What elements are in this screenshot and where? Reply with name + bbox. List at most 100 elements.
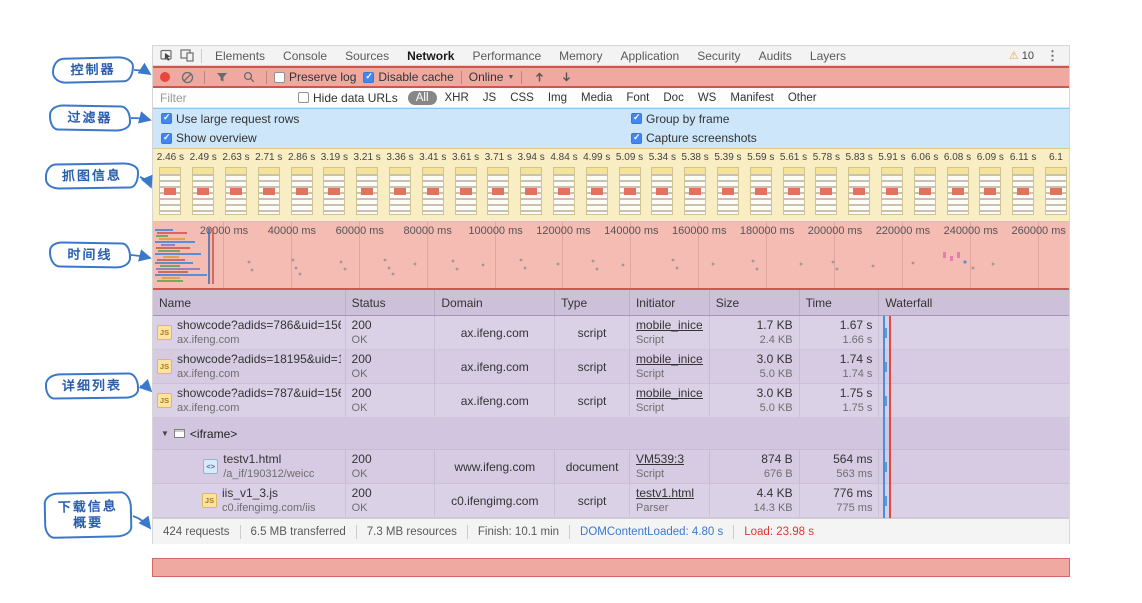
filmstrip-frame[interactable]: 6.11 s	[1007, 151, 1040, 221]
filmstrip-frame[interactable]: 2.46 s	[154, 151, 187, 221]
table-row[interactable]: JS iis_v1_3.js c0.ifengimg.com/iis 200 O…	[153, 484, 1069, 518]
filmstrip-frame[interactable]: 5.83 s	[843, 151, 876, 221]
show-overview-checkbox[interactable]	[161, 132, 172, 144]
initiator-link[interactable]: VM539:3	[636, 452, 703, 467]
overview-timeline[interactable]: 20000 ms 40000 ms 60000 ms 80000 ms 100000 m…	[153, 222, 1069, 290]
device-toolbar-icon[interactable]	[177, 47, 197, 65]
devtools-tab[interactable]: Sources	[336, 46, 398, 66]
frame-timestamp: 3.71 s	[484, 152, 512, 163]
resource-type-filter[interactable]: All	[407, 90, 437, 105]
filmstrip-frame[interactable]: 2.63 s	[220, 151, 253, 221]
group-by-frame-checkbox[interactable]	[631, 112, 642, 124]
table-row[interactable]: JS showcode?adids=786&uid=1565... ax.ife…	[153, 316, 1069, 350]
table-row[interactable]: JS showcode?adids=787&uid=1565... ax.ife…	[153, 384, 1069, 418]
initiator-link[interactable]: testv1.html	[636, 486, 703, 501]
kebab-menu-icon[interactable]: ⋮	[1040, 48, 1065, 64]
filmstrip-frame[interactable]: 2.71 s	[252, 151, 285, 221]
filmstrip-frame[interactable]: 2.86 s	[285, 151, 318, 221]
resource-type-filter[interactable]: Img	[542, 92, 573, 104]
filmstrip-frame[interactable]: 2.49 s	[187, 151, 220, 221]
resource-type-filter[interactable]: WS	[692, 92, 723, 104]
hide-data-urls-checkbox[interactable]	[298, 92, 309, 103]
filmstrip-frame[interactable]: 5.09 s	[613, 151, 646, 221]
filmstrip-frame[interactable]: 5.34 s	[646, 151, 679, 221]
inspect-element-icon[interactable]	[157, 47, 177, 65]
devtools-tab[interactable]: Audits	[750, 46, 801, 66]
initiator-link[interactable]: mobile_inice...	[636, 386, 703, 401]
table-row[interactable]: <> testv1.html /a_if/190312/weicc 200 OK…	[153, 450, 1069, 484]
column-header[interactable]: Initiator	[630, 290, 710, 315]
filmstrip-frame[interactable]: 4.99 s	[580, 151, 613, 221]
load-event-line	[889, 316, 891, 518]
resource-type-filter[interactable]: Doc	[657, 92, 689, 104]
disable-cache-checkbox[interactable]	[363, 71, 375, 83]
filmstrip-frame[interactable]: 5.61 s	[777, 151, 810, 221]
table-row[interactable]: JS showcode?adids=18195&uid=15... ax.ife…	[153, 350, 1069, 384]
search-icon[interactable]	[239, 68, 259, 86]
filmstrip-frame[interactable]: 6.08 s	[941, 151, 974, 221]
capture-screenshots-checkbox[interactable]	[631, 132, 642, 144]
filmstrip-frame[interactable]: 4.84 s	[548, 151, 581, 221]
devtools-tab[interactable]: Network	[398, 46, 463, 66]
size-transferred: 3.0 KB	[756, 386, 793, 400]
filmstrip-frame[interactable]: 3.21 s	[351, 151, 384, 221]
throttling-dropdown[interactable]: Online ▼	[469, 70, 515, 84]
column-header[interactable]: Type	[555, 290, 630, 315]
filmstrip-frame[interactable]: 5.91 s	[876, 151, 909, 221]
resource-type-filter[interactable]: XHR	[439, 92, 475, 104]
column-header[interactable]: Waterfall	[879, 290, 1069, 315]
filmstrip-frame[interactable]: 3.36 s	[384, 151, 417, 221]
error-warning-badge[interactable]: ⚠ 10	[1003, 49, 1040, 63]
show-overview-label: Show overview	[176, 131, 257, 145]
devtools-tab[interactable]: Elements	[206, 46, 274, 66]
frame-group-row[interactable]: ▼ <iframe>	[153, 418, 1069, 450]
frame-timestamp: 6.06 s	[911, 152, 939, 163]
filter-icon[interactable]	[212, 68, 232, 86]
column-header[interactable]: Domain	[435, 290, 556, 315]
resource-type-filter[interactable]: CSS	[504, 92, 540, 104]
preserve-log-checkbox[interactable]	[274, 71, 285, 83]
devtools-tab[interactable]: Security	[688, 46, 749, 66]
devtools-tab[interactable]: Memory	[550, 46, 611, 66]
resource-type-filter[interactable]: Font	[620, 92, 655, 104]
page-thumbnail	[815, 167, 838, 215]
devtools-tab[interactable]: Performance	[463, 46, 550, 66]
resource-type-filter[interactable]: Manifest	[724, 92, 779, 104]
filmstrip-frame[interactable]: 3.19 s	[318, 151, 351, 221]
capture-screenshots-label: Capture screenshots	[646, 131, 757, 145]
filmstrip-frame[interactable]: 6.09 s	[974, 151, 1007, 221]
column-header[interactable]: Name	[153, 290, 346, 315]
frame-timestamp: 3.94 s	[517, 152, 545, 163]
devtools-tab[interactable]: Layers	[801, 46, 855, 66]
import-har-icon[interactable]	[529, 68, 549, 86]
resource-type-filter[interactable]: JS	[477, 92, 502, 104]
filmstrip-frame[interactable]: 3.71 s	[482, 151, 515, 221]
divider	[266, 70, 267, 84]
clear-button[interactable]	[177, 68, 197, 86]
column-header[interactable]: Size	[710, 290, 800, 315]
filmstrip-frame[interactable]: 6.06 s	[908, 151, 941, 221]
filmstrip-frame[interactable]: 5.59 s	[744, 151, 777, 221]
filmstrip-frame[interactable]: 3.94 s	[515, 151, 548, 221]
filmstrip-frame[interactable]: 5.78 s	[810, 151, 843, 221]
initiator-link[interactable]: mobile_inice...	[636, 318, 703, 333]
initiator-link[interactable]: mobile_inice...	[636, 352, 703, 367]
filmstrip-frame[interactable]: 6.1	[1040, 151, 1069, 221]
resource-type-filter[interactable]: Media	[575, 92, 618, 104]
frame-timestamp: 3.61 s	[451, 152, 480, 163]
column-header[interactable]: Time	[800, 290, 880, 315]
record-button[interactable]	[160, 72, 170, 82]
column-header[interactable]: Status	[346, 290, 436, 315]
filmstrip-frame[interactable]: 3.41 s	[416, 151, 449, 221]
expand-triangle-icon[interactable]: ▼	[161, 429, 169, 438]
resource-type-filter[interactable]: Other	[782, 92, 823, 104]
export-har-icon[interactable]	[556, 68, 576, 86]
filter-input[interactable]	[160, 90, 288, 105]
filmstrip-frame[interactable]: 5.38 s	[679, 151, 712, 221]
annotation-timeline: 时间线	[48, 241, 132, 269]
use-large-request-rows-checkbox[interactable]	[161, 112, 172, 124]
devtools-tab[interactable]: Console	[274, 46, 336, 66]
filmstrip-frame[interactable]: 3.61 s	[449, 151, 482, 221]
filmstrip-frame[interactable]: 5.39 s	[712, 151, 745, 221]
devtools-tab[interactable]: Application	[611, 46, 688, 66]
